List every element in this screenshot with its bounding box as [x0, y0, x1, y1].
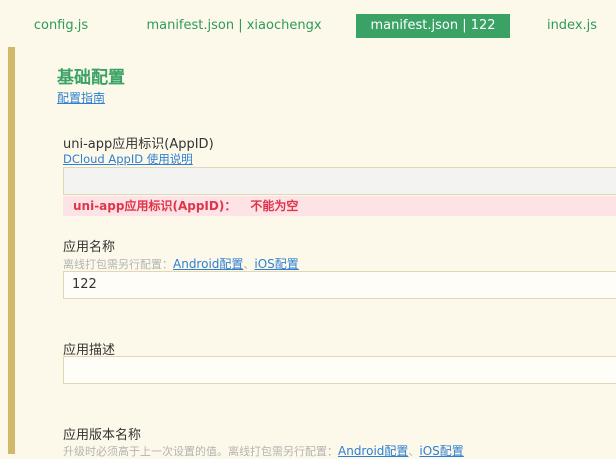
- app-version-ios-config-link[interactable]: iOS配置: [419, 444, 463, 458]
- app-version-name-hint: 升级时必须高于上一次设置的值。离线打包需另行配置：Android配置、iOS配置: [63, 442, 464, 459]
- app-version-hint-text: 升级时必须高于上一次设置的值。离线打包需另行配置：: [63, 445, 338, 458]
- appid-help-link[interactable]: DCloud AppID 使用说明: [63, 151, 193, 167]
- app-name-hint: 离线打包需另行配置：Android配置、iOS配置: [63, 255, 299, 272]
- app-version-hint-sep: 、: [408, 445, 420, 458]
- app-name-hint-sep: 、: [243, 258, 255, 271]
- tab-index-js[interactable]: index.js: [540, 14, 604, 38]
- manifest-form: 基础配置 配置指南 uni-app应用标识(AppID) DCloud AppI…: [15, 47, 616, 458]
- appid-error-label: uni-app应用标识(AppID)：: [73, 199, 237, 213]
- appid-label: uni-app应用标识(AppID): [63, 137, 214, 152]
- app-version-name-label: 应用版本名称: [63, 428, 142, 443]
- editor-tab-bar: config.js manifest.json | xiaochengx man…: [0, 0, 616, 46]
- section-indicator-bar: [8, 47, 15, 454]
- tab-config-js[interactable]: config.js: [24, 14, 98, 38]
- app-name-hint-text: 离线打包需另行配置：: [63, 258, 173, 271]
- app-name-ios-config-link[interactable]: iOS配置: [254, 257, 298, 271]
- app-version-android-config-link[interactable]: Android配置: [338, 444, 408, 458]
- section-title: 基础配置: [57, 68, 125, 88]
- app-name-label: 应用名称: [63, 240, 116, 255]
- appid-error-text: 不能为空: [250, 199, 299, 213]
- tab-manifest-xiaochengx[interactable]: manifest.json | xiaochengx: [146, 14, 322, 38]
- app-desc-input[interactable]: [63, 356, 616, 384]
- config-guide-link[interactable]: 配置指南: [57, 89, 105, 106]
- appid-input[interactable]: [63, 167, 616, 195]
- app-name-android-config-link[interactable]: Android配置: [173, 257, 243, 271]
- appid-error-message: uni-app应用标识(AppID)： 不能为空: [63, 196, 616, 216]
- app-name-input[interactable]: 122: [63, 271, 616, 299]
- tab-manifest-122[interactable]: manifest.json | 122: [356, 14, 510, 38]
